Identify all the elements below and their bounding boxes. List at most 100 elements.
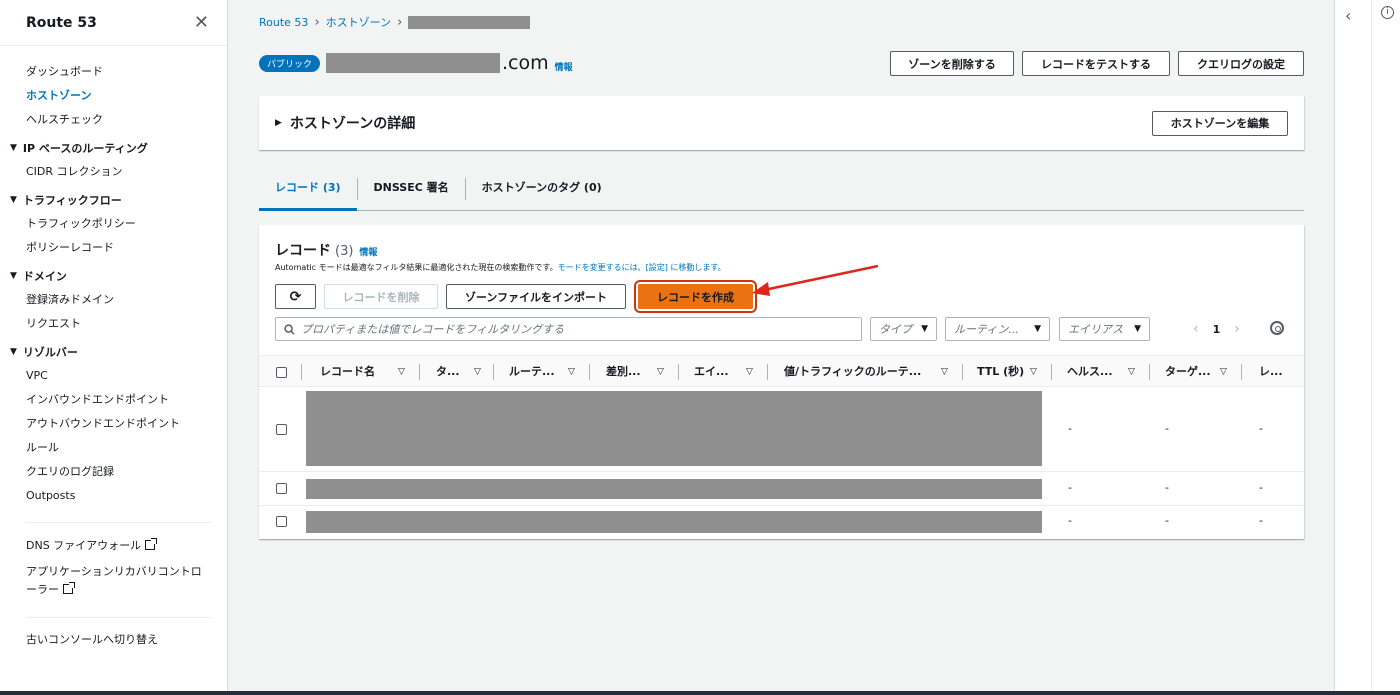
target-health-cell: - — [1165, 481, 1169, 494]
sort-icon[interactable]: ▽ — [746, 356, 753, 388]
tab-tags[interactable]: ホストゾーンのタグ (0) — [466, 168, 618, 211]
sidebar-divider — [26, 617, 211, 618]
sidebar-item-inbound-endpoints[interactable]: インバウンドエンドポイント — [0, 388, 227, 412]
sidebar-item-health-checks[interactable]: ヘルスチェック — [0, 108, 227, 132]
refresh-button[interactable]: ⟳ — [275, 284, 316, 309]
records-title: レコード — [275, 243, 331, 259]
settings-link[interactable]: モードを変更するには、[設定] に移動します。 — [558, 263, 726, 272]
type-filter-select[interactable]: タイプ ▼ — [870, 317, 937, 341]
sidebar-item-dashboard[interactable]: ダッシュボード — [0, 60, 227, 84]
breadcrumb-route53[interactable]: Route 53 — [259, 16, 308, 29]
sort-icon[interactable]: ▽ — [657, 356, 664, 388]
gear-icon[interactable] — [1270, 321, 1284, 335]
column-header-alias[interactable]: エイ... — [694, 356, 729, 388]
chevron-right-icon[interactable]: › — [1234, 321, 1240, 337]
bottom-bar — [0, 691, 1400, 695]
sidebar-item-dns-firewall[interactable]: DNS ファイアウォール — [0, 533, 227, 559]
sidebar-item-query-logging[interactable]: クエリのログ記録 — [0, 460, 227, 484]
column-separator — [301, 364, 302, 380]
sort-icon[interactable]: ▽ — [1220, 356, 1227, 388]
table-row[interactable]: - - - — [259, 506, 1304, 538]
hosted-zone-details-panel[interactable]: ▶ ホストゾーンの詳細 ホストゾーンを編集 — [259, 96, 1304, 150]
sidebar-item-outposts[interactable]: Outposts — [0, 484, 227, 508]
sidebar-item-vpc[interactable]: VPC — [0, 364, 227, 388]
delete-record-button[interactable]: レコードを削除 — [324, 284, 438, 309]
sidebar-item-policy-records[interactable]: ポリシーレコード — [0, 236, 227, 260]
routing-filter-select[interactable]: ルーティン... ▼ — [945, 317, 1050, 341]
table-row[interactable]: - - - — [259, 387, 1304, 472]
sort-icon[interactable]: ▽ — [1030, 356, 1037, 388]
breadcrumb-redacted-zone — [408, 15, 531, 29]
column-header-value[interactable]: 値/トラフィックのルーテ... — [784, 356, 921, 388]
column-label: ヘルス... — [1067, 365, 1113, 378]
search-input[interactable] — [301, 322, 841, 336]
sort-icon[interactable]: ▽ — [474, 356, 481, 388]
info-icon[interactable]: i — [1381, 6, 1394, 19]
chevron-right-icon: › — [314, 14, 320, 30]
row-checkbox[interactable] — [276, 516, 287, 527]
sidebar-item-requests[interactable]: リクエスト — [0, 312, 227, 336]
sidebar-item-arc[interactable]: アプリケーションリカバリコントローラー — [0, 559, 210, 603]
alias-filter-select[interactable]: エイリアス ▼ — [1059, 317, 1150, 341]
tab-records[interactable]: レコード (3) — [259, 168, 357, 211]
sidebar-section-label: ドメイン — [22, 270, 67, 283]
column-label: TTL (秒) — [977, 365, 1025, 378]
chevron-left-icon[interactable]: ‹ — [1193, 321, 1199, 337]
search-box[interactable] — [275, 317, 862, 341]
sidebar-section-traffic-flow[interactable]: ▼ トラフィックフロー — [0, 188, 227, 212]
row-checkbox[interactable] — [276, 483, 287, 494]
column-header-last[interactable]: レ... — [1259, 356, 1283, 388]
target-health-cell: - — [1165, 422, 1169, 435]
records-info-link[interactable]: 情報 — [359, 245, 377, 258]
column-header-record-name[interactable]: レコード名 — [320, 356, 375, 388]
import-zone-file-button[interactable]: ゾーンファイルをインポート — [446, 284, 626, 309]
chevron-left-icon[interactable]: ‹ — [1345, 6, 1351, 25]
info-link[interactable]: 情報 — [555, 60, 573, 73]
sidebar-item-cidr[interactable]: CIDR コレクション — [0, 160, 227, 184]
sidebar-section-domains[interactable]: ▼ ドメイン — [0, 264, 227, 288]
column-label: ルーテ... — [509, 365, 555, 378]
column-label: 値/トラフィックのルーテ... — [784, 365, 922, 378]
column-label: タ... — [436, 365, 460, 378]
sidebar-item-old-console[interactable]: 古いコンソールへ切り替え — [0, 628, 227, 652]
sort-icon[interactable]: ▽ — [1128, 356, 1135, 388]
external-link-icon — [63, 582, 75, 594]
sidebar-item-rules[interactable]: ルール — [0, 436, 227, 460]
column-header-type[interactable]: タ... — [436, 356, 460, 388]
sidebar-item-label: DNS ファイアウォール — [26, 539, 142, 552]
sidebar-section-resolver[interactable]: ▼ リゾルバー — [0, 340, 227, 364]
column-header-health[interactable]: ヘルス... — [1067, 356, 1113, 388]
current-page[interactable]: 1 — [1213, 323, 1221, 336]
tab-dnssec[interactable]: DNSSEC 署名 — [358, 168, 465, 211]
test-record-button[interactable]: レコードをテストする — [1022, 51, 1170, 76]
close-icon[interactable]: ✕ — [194, 12, 209, 33]
edit-hosted-zone-button[interactable]: ホストゾーンを編集 — [1152, 110, 1288, 136]
sidebar-item-traffic-policies[interactable]: トラフィックポリシー — [0, 212, 227, 236]
sort-icon[interactable]: ▽ — [568, 356, 575, 388]
alias-filter-label: エイリアス — [1068, 323, 1123, 336]
sort-icon[interactable]: ▽ — [398, 356, 405, 388]
column-header-differentiator[interactable]: 差別... — [606, 356, 641, 388]
row-checkbox[interactable] — [276, 424, 287, 435]
details-expand-toggle[interactable]: ▶ ホストゾーンの詳細 — [275, 113, 415, 133]
select-all-checkbox[interactable] — [276, 367, 287, 378]
query-logging-button[interactable]: クエリログの設定 — [1178, 51, 1304, 76]
table-row[interactable]: - - - — [259, 472, 1304, 506]
sidebar-nav: ダッシュボード ホストゾーン ヘルスチェック ▼ IP ベースのルーティング C… — [0, 46, 227, 652]
sidebar-item-registered-domains[interactable]: 登録済みドメイン — [0, 288, 227, 312]
records-actions: ⟳ レコードを削除 ゾーンファイルをインポート レコードを作成 — [275, 280, 757, 313]
column-header-target[interactable]: ターゲ... — [1165, 356, 1211, 388]
sidebar-title: Route 53 — [26, 14, 97, 31]
column-header-routing[interactable]: ルーテ... — [509, 356, 555, 388]
column-header-ttl[interactable]: TTL (秒) — [977, 356, 1024, 388]
column-separator — [493, 364, 494, 380]
chevron-right-icon: › — [397, 14, 403, 30]
sidebar-item-outbound-endpoints[interactable]: アウトバウンドエンドポイント — [0, 412, 227, 436]
sort-icon[interactable]: ▽ — [941, 356, 948, 388]
sidebar-section-label: トラフィックフロー — [22, 194, 122, 207]
breadcrumb-hosted-zones[interactable]: ホストゾーン — [326, 14, 391, 30]
create-record-button[interactable]: レコードを作成 — [638, 284, 753, 309]
sidebar-item-hosted-zones[interactable]: ホストゾーン — [0, 84, 227, 108]
delete-zone-button[interactable]: ゾーンを削除する — [890, 51, 1014, 76]
sidebar-section-ip-routing[interactable]: ▼ IP ベースのルーティング — [0, 136, 227, 160]
